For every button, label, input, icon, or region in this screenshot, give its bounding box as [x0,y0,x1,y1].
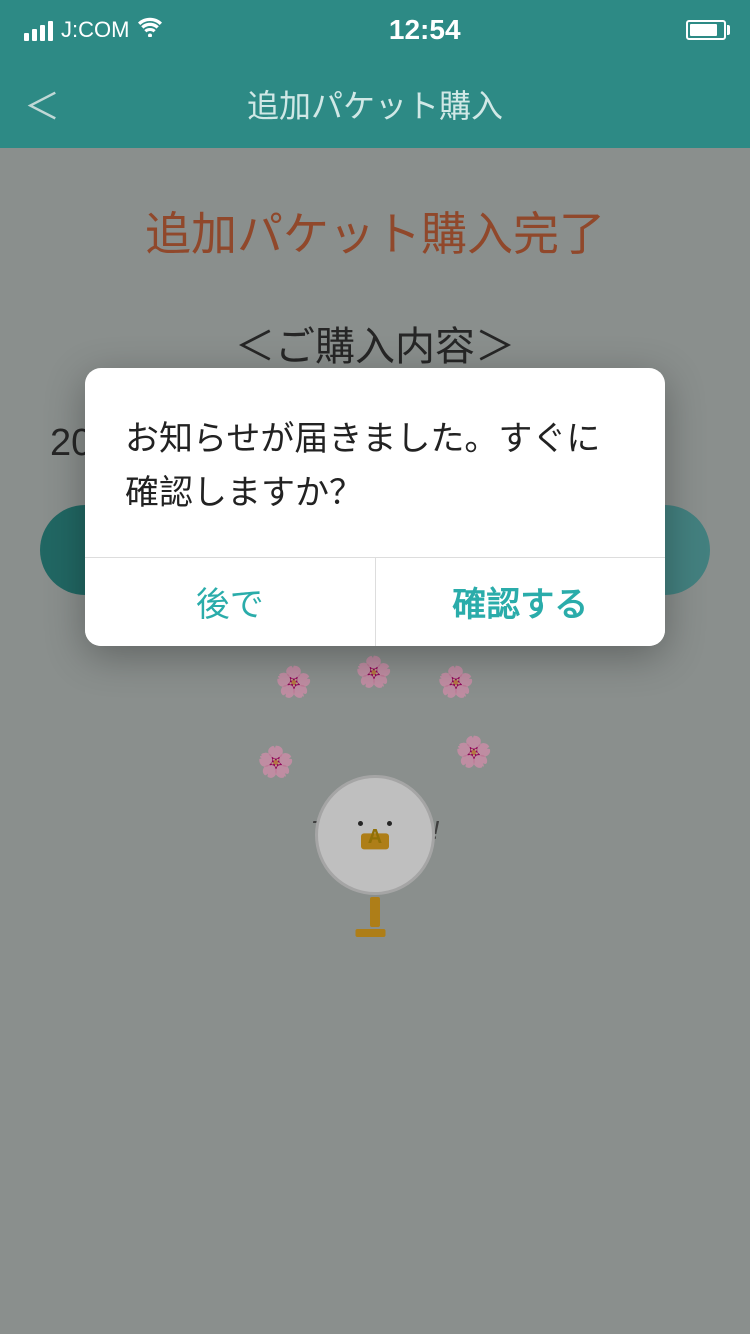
battery-icon [686,20,726,40]
status-right [686,20,726,40]
modal-later-button[interactable]: 後で [85,558,375,646]
carrier-label: J:COM [61,17,129,43]
notification-modal: お知らせが届きました。すぐに確認しますか？ 後で 確認する [85,368,665,646]
modal-message: お知らせが届きました。すぐに確認しますか？ [125,412,625,521]
back-button[interactable]: ＜ [24,78,60,130]
modal-overlay: お知らせが届きました。すぐに確認しますか？ 後で 確認する [0,148,750,1334]
main-content: 追加パケット購入完了 ＜ご購入内容＞ 2020/07/03 12:54 メニュー… [0,148,750,1334]
status-time: 12:54 [389,14,461,46]
nav-bar: ＜ 追加パケット購入 [0,60,750,148]
nav-title: 追加パケット購入 [247,81,503,127]
modal-actions: 後で 確認する [85,558,665,646]
status-bar: J:COM 12:54 [0,0,750,60]
modal-confirm-button[interactable]: 確認する [376,558,666,646]
status-left: J:COM [24,17,163,43]
modal-body: お知らせが届きました。すぐに確認しますか？ [85,368,665,557]
signal-bars-icon [24,19,53,41]
wifi-icon [137,17,163,43]
